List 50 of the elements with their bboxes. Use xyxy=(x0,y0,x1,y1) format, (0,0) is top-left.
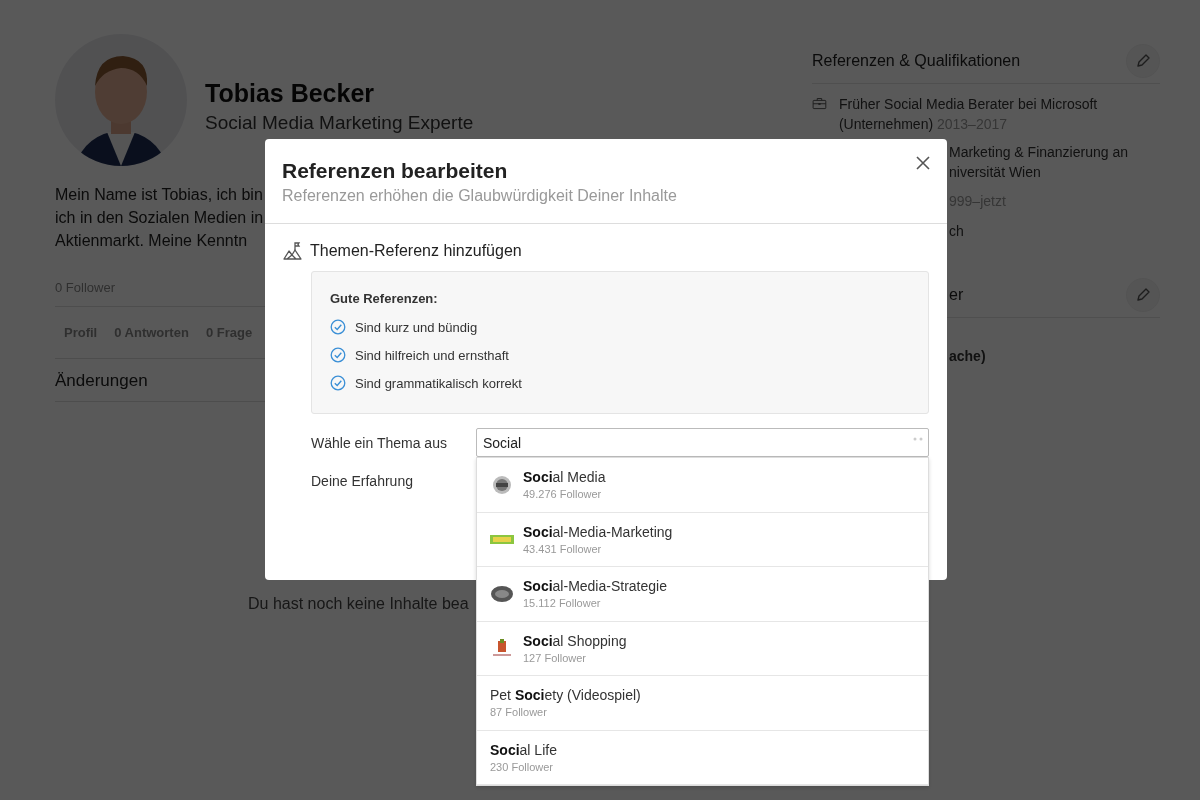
close-button[interactable] xyxy=(915,155,931,171)
tips-heading: Gute Referenzen: xyxy=(330,291,439,306)
dialog-title: Referenzen bearbeiten xyxy=(282,159,508,183)
follower-count: 43.431 Follower xyxy=(523,542,603,555)
follower-count: 87 Follower xyxy=(490,706,548,719)
check-circle-icon xyxy=(330,375,346,391)
field-label: Deine Erfahrung xyxy=(311,473,414,489)
follower-count: 230 Follower xyxy=(490,760,554,773)
follower-count: 49.276 Follower xyxy=(523,488,603,501)
suggestion-name: Social-Media-Strategie xyxy=(523,578,667,595)
field-label: Wähle ein Thema aus xyxy=(311,434,448,451)
suggestion-item[interactable]: Social-Media-Marketing 43.431 Follower xyxy=(477,512,928,567)
tip-text: Sind grammatikalisch korrekt xyxy=(355,375,522,391)
suggestion-name: Social Shopping xyxy=(523,632,627,649)
suggestion-name: Social-Media-Marketing xyxy=(523,523,673,540)
loading-icon xyxy=(913,436,923,442)
edit-button[interactable] xyxy=(1126,44,1160,78)
mountain-flag-icon xyxy=(283,242,302,260)
dialog-subtitle: Referenzen erhöhen die Glaubwürdigkeit Deiner Inhalte xyxy=(282,187,677,205)
topic-field[interactable]: Social xyxy=(476,428,929,457)
suggestion-name: Social Media xyxy=(523,469,606,486)
bio-text: Mein Name ist Tobias, ich bin xyxy=(55,185,263,205)
bio-text: ich in den Sozialen Medien in xyxy=(55,208,264,228)
follower-count: 127 Follower xyxy=(523,651,587,664)
suggestion-item[interactable]: Pet Society (Videospiel) 87 Follower xyxy=(477,676,928,731)
suggestion-item[interactable]: Social Life 230 Follower xyxy=(477,730,928,785)
reference-text: Marketing & Finanzierung an xyxy=(949,143,1128,162)
tip-text: Sind kurz und bündig xyxy=(355,319,478,335)
bio-text: Aktienmarkt. Meine Kenntn xyxy=(55,231,248,251)
profile-name: Tobias Becker xyxy=(205,78,376,108)
check-circle-icon xyxy=(330,347,346,363)
reference-text: ch xyxy=(949,222,964,241)
profile-headline: Social Media Marketing Experte xyxy=(205,111,474,134)
section-heading: Referenzen & Qualifikationen xyxy=(812,52,1021,70)
edit-button[interactable] xyxy=(1126,278,1160,312)
section-heading: er xyxy=(949,286,964,304)
suggestion-name: Social Life xyxy=(490,741,557,758)
suggestion-item[interactable]: Social-Media-Strategie 15.112 Follower xyxy=(477,567,928,622)
section-heading: Themen-Referenz hinzufügen xyxy=(310,242,522,260)
sidebar-text: ache) xyxy=(949,347,986,366)
suggestion-name: Pet Society (Videospiel) xyxy=(490,687,641,704)
empty-message: Du hast noch keine Inhalte bea xyxy=(248,595,469,613)
close-icon xyxy=(915,155,931,171)
follower-count: 15.112 Follower xyxy=(523,597,602,610)
check-circle-icon xyxy=(330,319,346,335)
section-heading: Änderungen xyxy=(55,370,148,392)
reference-text: niversität Wien xyxy=(949,163,1041,182)
tip-text: Sind hilfreich und ernsthaft xyxy=(355,347,509,363)
suggestion-item[interactable]: Social Shopping 127 Follower xyxy=(477,621,928,676)
suggestion-item[interactable]: Social Media 49.276 Follower xyxy=(477,458,928,513)
